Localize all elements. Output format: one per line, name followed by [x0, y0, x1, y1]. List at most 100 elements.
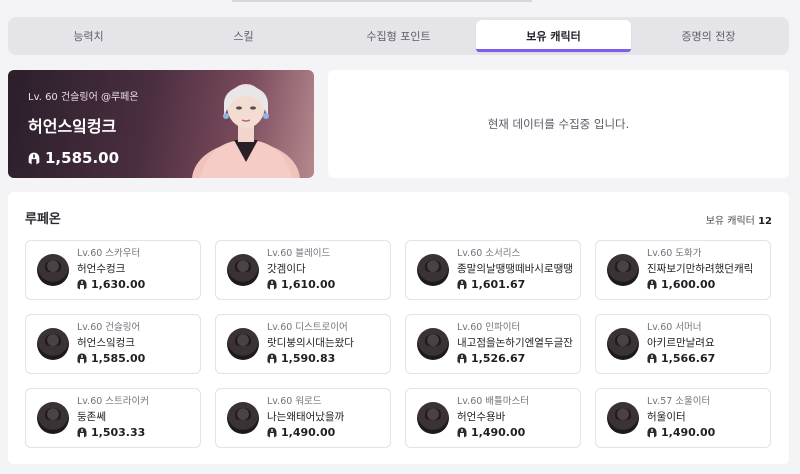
character-score: 1,526.67 — [457, 351, 573, 366]
character-avatar — [227, 254, 259, 286]
character-name: 종말의날땡땡떼바시로땡땡 — [457, 262, 573, 275]
character-name: 허언수컹크 — [77, 262, 126, 275]
helmet-icon — [647, 279, 657, 290]
main-character-score: 1,585.00 — [28, 149, 139, 167]
character-class: Lv.60 스트라이커 — [77, 395, 150, 407]
character-portrait — [192, 84, 300, 178]
character-score-value: 1,585.00 — [91, 351, 146, 365]
main-character-info: Lv. 60 건슬링어 @루페온 허언스잌컹크 1,585.00 — [28, 88, 139, 167]
character-score-value: 1,566.67 — [661, 351, 716, 365]
character-score-value: 1,601.67 — [471, 277, 526, 291]
character-count: 보유 캐릭터 12 — [706, 212, 772, 227]
character-avatar — [607, 254, 639, 286]
tab-proving-grounds[interactable]: 증명의 전장 — [631, 20, 786, 52]
character-avatar — [37, 254, 69, 286]
main-character-name: 허언스잌컹크 — [28, 117, 117, 136]
character-count-value: 12 — [758, 216, 772, 227]
tab-skills[interactable]: 스킬 — [166, 20, 321, 52]
character-count-label: 보유 캐릭터 — [705, 216, 755, 227]
character-score: 1,503.33 — [77, 425, 149, 440]
character-score-value: 1,490.00 — [281, 425, 336, 439]
top-divider — [232, 0, 532, 2]
character-name: 둥존쎄 — [77, 410, 106, 423]
character-card[interactable]: Lv.60 스카우터허언수컹크 1,630.00 — [25, 240, 201, 300]
character-grid: Lv.60 스카우터허언수컹크 1,630.00 Lv.60 블레이드갓겜이다 1,… — [25, 240, 773, 448]
profile-tabs: 능력치 스킬 수집형 포인트 보유 캐릭터 증명의 전장 — [8, 17, 789, 55]
character-score: 1,490.00 — [647, 425, 716, 440]
character-class: Lv.57 소울이터 — [647, 395, 711, 407]
character-class: Lv.60 서머너 — [647, 321, 702, 333]
character-avatar — [607, 328, 639, 360]
character-score: 1,566.67 — [647, 351, 716, 366]
character-avatar — [417, 328, 449, 360]
character-name: 허울이터 — [647, 410, 686, 423]
tab-collectibles[interactable]: 수집형 포인트 — [321, 20, 476, 52]
character-card[interactable]: Lv.60 소서리스종말의날땡땡떼바시로땡땡 1,601.67 — [405, 240, 581, 300]
helmet-icon — [77, 427, 87, 438]
character-class: Lv.60 블레이드 — [267, 247, 331, 259]
character-name: 갓겜이다 — [267, 262, 306, 275]
character-score-value: 1,590.83 — [281, 351, 336, 365]
helmet-icon — [457, 279, 467, 290]
tab-stats[interactable]: 능력치 — [11, 20, 166, 52]
character-score: 1,630.00 — [77, 277, 146, 292]
character-score-value: 1,503.33 — [91, 425, 146, 439]
character-card[interactable]: Lv.60 디스트로이어랏디붕의시대는왔다 1,590.83 — [215, 314, 391, 374]
character-card[interactable]: Lv.60 건슬링어허언스잌컹크 1,585.00 — [25, 314, 201, 374]
helmet-icon — [647, 427, 657, 438]
helmet-icon — [77, 353, 87, 364]
helmet-icon — [267, 427, 277, 438]
character-class: Lv.60 인파이터 — [457, 321, 521, 333]
helmet-icon — [28, 152, 40, 164]
character-card[interactable]: Lv.60 배틀마스터허언수용바 1,490.00 — [405, 388, 581, 448]
character-avatar — [607, 402, 639, 434]
character-avatar — [37, 402, 69, 434]
character-class: Lv.60 건슬링어 — [77, 321, 141, 333]
character-class: Lv.60 디스트로이어 — [267, 321, 348, 333]
helmet-icon — [267, 279, 277, 290]
character-name: 허언수용바 — [457, 410, 506, 423]
character-card[interactable]: Lv.60 서머너아키르만날려요 1,566.67 — [595, 314, 771, 374]
character-name: 랏디붕의시대는왔다 — [267, 336, 354, 349]
character-score-value: 1,490.00 — [471, 425, 526, 439]
helmet-icon — [267, 353, 277, 364]
character-card[interactable]: Lv.60 스트라이커둥존쎄 1,503.33 — [25, 388, 201, 448]
character-avatar — [37, 328, 69, 360]
character-class: Lv.60 배틀마스터 — [457, 395, 530, 407]
character-card[interactable]: Lv.60 인파이터 내고점을논하기엔열두글잔 1,526.67 — [405, 314, 581, 374]
character-score: 1,601.67 — [457, 277, 573, 292]
character-card[interactable]: Lv.60 도화가 진짜보기만하려했던캐릭 1,600.00 — [595, 240, 771, 300]
character-avatar — [417, 254, 449, 286]
character-name: 허언스잌컹크 — [77, 336, 135, 349]
character-class: Lv.60 소서리스 — [457, 247, 521, 259]
character-card[interactable]: Lv.60 블레이드갓겜이다 1,610.00 — [215, 240, 391, 300]
data-status-message: 현재 데이터를 수집중 입니다. — [487, 117, 630, 131]
character-score-value: 1,630.00 — [91, 277, 146, 291]
character-avatar — [227, 402, 259, 434]
character-card[interactable]: Lv.60 워로드 나는왜태어났을까 1,490.00 — [215, 388, 391, 448]
main-character-subtitle: Lv. 60 건슬링어 @루페온 — [28, 92, 139, 103]
character-class: Lv.60 스카우터 — [77, 247, 141, 259]
main-character-card: Lv. 60 건슬링어 @루페온 허언스잌컹크 1,585.00 — [8, 70, 314, 178]
character-score-value: 1,490.00 — [661, 425, 716, 439]
owned-characters-panel: 루페온 보유 캐릭터 12 Lv.60 스카우터허언수컹크 1,630.00 Lv… — [8, 192, 789, 464]
character-score-value: 1,600.00 — [661, 277, 716, 291]
tab-owned-characters[interactable]: 보유 캐릭터 — [476, 20, 631, 52]
character-card[interactable]: Lv.57 소울이터허울이터 1,490.00 — [595, 388, 771, 448]
helmet-icon — [647, 353, 657, 364]
character-avatar — [227, 328, 259, 360]
data-status-card: 현재 데이터를 수집중 입니다. — [328, 70, 789, 178]
character-score: 1,585.00 — [77, 351, 146, 366]
helmet-icon — [77, 279, 87, 290]
character-score: 1,600.00 — [647, 277, 753, 292]
character-score: 1,490.00 — [267, 425, 344, 440]
helmet-icon — [457, 427, 467, 438]
character-score: 1,610.00 — [267, 278, 335, 292]
character-name: 아키르만날려요 — [647, 336, 715, 349]
character-class: Lv.60 워로드 — [267, 395, 322, 407]
character-class: Lv.60 도화가 — [647, 247, 702, 259]
character-avatar — [417, 402, 449, 434]
character-score: 1,590.83 — [267, 351, 354, 366]
server-name: 루페온 — [25, 212, 61, 227]
character-score-value: 1,526.67 — [471, 351, 526, 365]
